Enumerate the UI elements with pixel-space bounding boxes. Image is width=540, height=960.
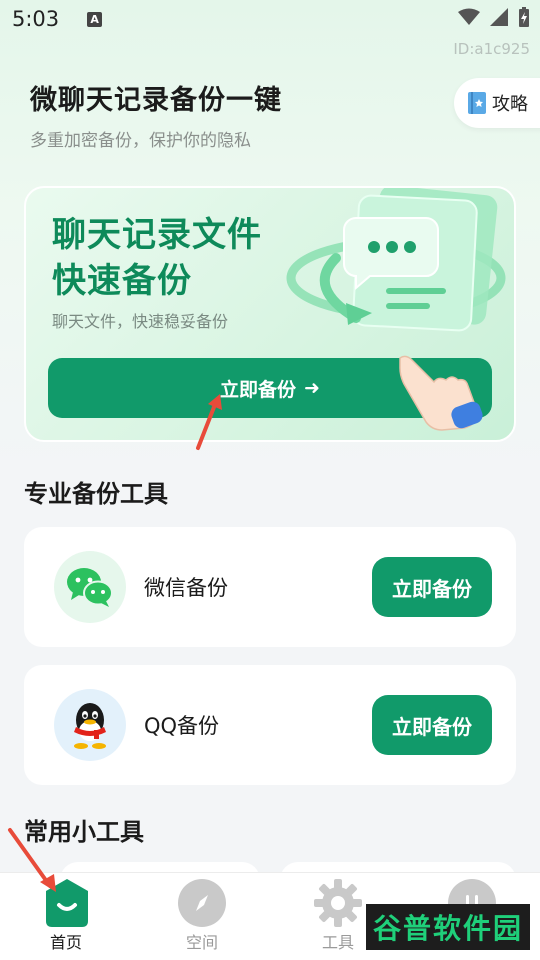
hero-title: 聊天记录文件 快速备份 [52,212,262,304]
annotation-arrow-icon [196,394,222,450]
compass-icon [178,879,226,927]
status-time: 5:03 [12,7,60,31]
wechat-backup-card: 微信备份 立即备份 [24,527,516,647]
status-icons [458,7,530,27]
watermark-logo: 谷普软件园 [366,904,530,950]
guide-label: 攻略 [492,94,528,115]
qq-backup-card: QQ备份 立即备份 [24,665,516,785]
hero-title-line2: 快速备份 [52,261,192,301]
hero-subtitle: 聊天文件，快速稳妥备份 [52,312,229,331]
chat-backup-illustration [286,188,506,332]
signal-icon [490,8,508,26]
nav-space[interactable]: 空间 [152,873,252,960]
page-subtitle: 多重加密备份，保护你的隐私 [30,131,251,151]
notification-icon: A [87,11,103,27]
gear-icon [314,879,362,927]
page-title: 微聊天记录备份一键 [30,85,282,116]
hero-title-line1: 聊天记录文件 [52,215,262,255]
arrow-right-icon: ➜ [304,377,320,399]
hero-card: 聊天记录文件 快速备份 聊天文件，快速稳妥备份 立即备份 ➜ [24,186,516,442]
pro-tools-title: 专业备份工具 [24,480,168,508]
qq-backup-button[interactable]: 立即备份 [372,695,492,755]
guide-button[interactable]: 攻略 [454,78,540,128]
status-bar: 5:03 A [0,0,540,38]
wechat-icon [54,551,126,623]
nav-space-label: 空间 [185,933,218,952]
battery-icon [519,7,529,27]
nav-home-label: 首页 [49,933,82,952]
wifi-icon [458,8,480,25]
pointing-hand-icon [399,355,483,431]
wechat-backup-name: 微信备份 [144,576,228,600]
annotation-arrow-icon [8,828,56,892]
qq-icon [54,689,126,761]
wechat-backup-button[interactable]: 立即备份 [372,557,492,617]
user-id: ID:a1c925 [453,40,530,58]
qq-backup-name: QQ备份 [144,714,220,738]
book-icon [468,92,486,114]
